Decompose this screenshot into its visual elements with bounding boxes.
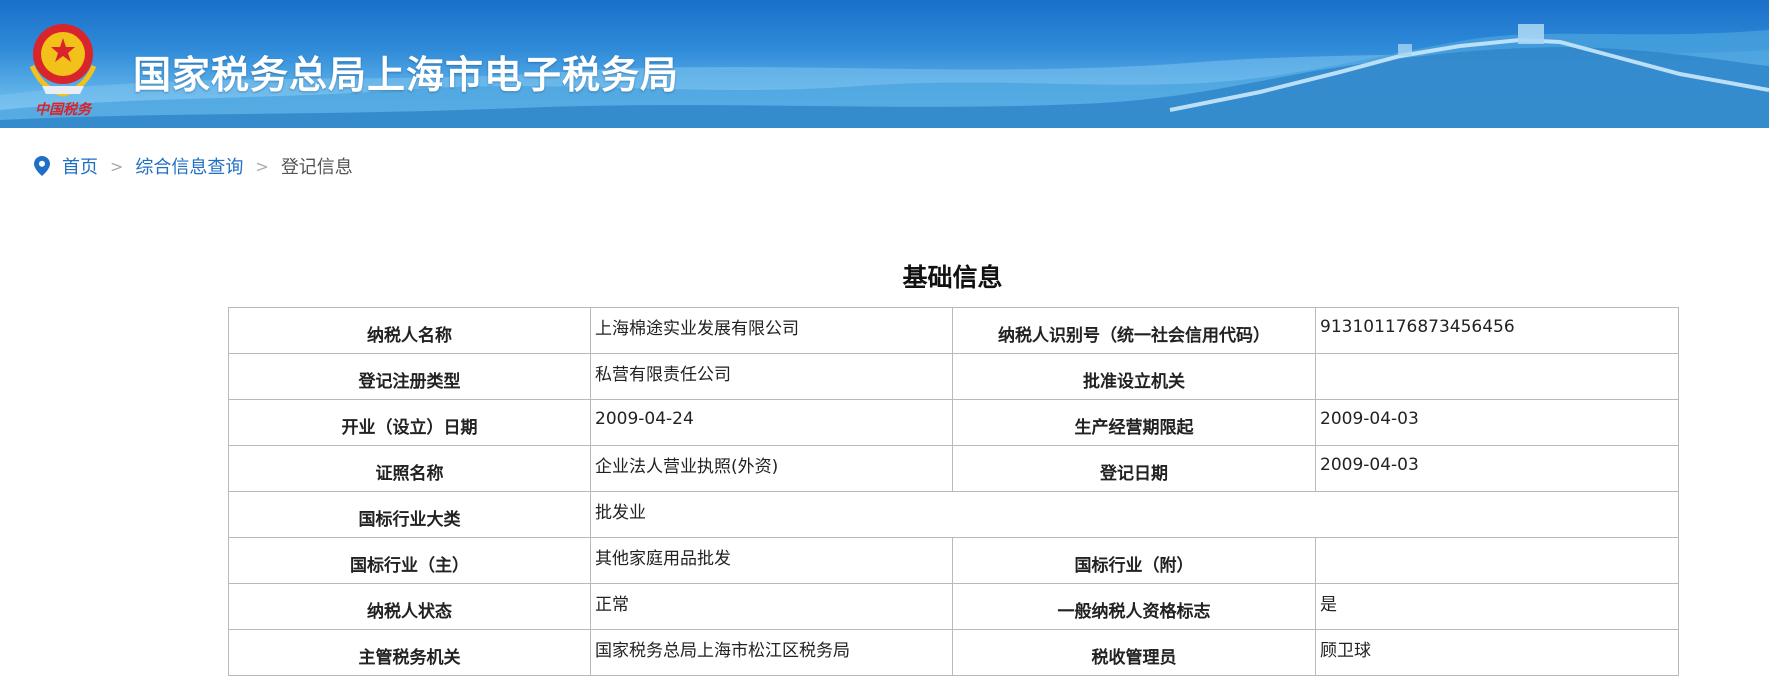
breadcrumb-separator: > — [255, 156, 269, 176]
table-row: 国标行业（主） 其他家庭用品批发 国标行业（附） — [228, 537, 1679, 584]
value-tax-authority: 国家税务总局上海市松江区税务局 — [590, 629, 953, 676]
label-tax-officer: 税收管理员 — [952, 629, 1316, 676]
label-industry-category: 国标行业大类 — [228, 491, 591, 538]
table-row: 证照名称 企业法人营业执照(外资) 登记日期 2009-04-03 — [228, 445, 1679, 492]
table-row: 登记注册类型 私营有限责任公司 批准设立机关 — [228, 353, 1679, 400]
value-tax-officer: 顾卫球 — [1315, 629, 1679, 676]
label-approval-authority: 批准设立机关 — [952, 353, 1316, 400]
value-industry-category: 批发业 — [590, 491, 1679, 538]
breadcrumb-home-link[interactable]: 首页 — [62, 153, 98, 179]
tax-emblem-icon: 中国税务 — [29, 24, 97, 118]
label-tax-authority: 主管税务机关 — [228, 629, 591, 676]
value-license-name: 企业法人营业执照(外资) — [590, 445, 953, 492]
value-taxpayer-name: 上海棉途实业发展有限公司 — [590, 307, 953, 354]
value-industry-secondary — [1315, 537, 1679, 584]
label-registration-type: 登记注册类型 — [228, 353, 591, 400]
location-pin-icon — [34, 156, 50, 176]
header-banner: 中国税务 国家税务总局上海市电子税务局 — [0, 0, 1769, 128]
table-row: 纳税人状态 正常 一般纳税人资格标志 是 — [228, 583, 1679, 630]
value-registration-date: 2009-04-03 — [1315, 445, 1679, 492]
value-taxpayer-id: 913101176873456456 — [1315, 307, 1679, 354]
label-general-taxpayer-flag: 一般纳税人资格标志 — [952, 583, 1316, 630]
label-taxpayer-status: 纳税人状态 — [228, 583, 591, 630]
label-industry-secondary: 国标行业（附） — [952, 537, 1316, 584]
label-operation-start: 生产经营期限起 — [952, 399, 1316, 446]
basic-info-table: 纳税人名称 上海棉途实业发展有限公司 纳税人识别号（统一社会信用代码） 9131… — [228, 307, 1679, 676]
table-row: 主管税务机关 国家税务总局上海市松江区税务局 税收管理员 顾卫球 — [228, 629, 1679, 676]
label-registration-date: 登记日期 — [952, 445, 1316, 492]
breadcrumb-current: 登记信息 — [280, 157, 353, 178]
breadcrumb-info-query-link[interactable]: 综合信息查询 — [135, 153, 243, 179]
value-taxpayer-status: 正常 — [590, 583, 953, 630]
section-title-text: 基础信息 — [902, 263, 1003, 292]
value-approval-authority — [1315, 353, 1679, 400]
table-row: 开业（设立）日期 2009-04-24 生产经营期限起 2009-04-03 — [228, 399, 1679, 446]
label-industry-main: 国标行业（主） — [228, 537, 591, 584]
section-title: 基础信息 — [0, 258, 1769, 294]
site-title: 国家税务总局上海市电子税务局 — [133, 53, 680, 97]
value-general-taxpayer-flag: 是 — [1315, 583, 1679, 630]
label-opening-date: 开业（设立）日期 — [228, 399, 591, 446]
value-operation-start: 2009-04-03 — [1315, 399, 1679, 446]
breadcrumb: 首页 > 综合信息查询 > 登记信息 — [34, 152, 353, 180]
label-license-name: 证照名称 — [228, 445, 591, 492]
value-registration-type: 私营有限责任公司 — [590, 353, 953, 400]
svg-text:中国税务: 中国税务 — [35, 101, 93, 118]
table-row: 纳税人名称 上海棉途实业发展有限公司 纳税人识别号（统一社会信用代码） 9131… — [228, 307, 1679, 354]
label-taxpayer-name: 纳税人名称 — [228, 307, 591, 354]
value-opening-date: 2009-04-24 — [590, 399, 953, 446]
value-industry-main: 其他家庭用品批发 — [590, 537, 953, 584]
label-taxpayer-id: 纳税人识别号（统一社会信用代码） — [952, 307, 1316, 354]
breadcrumb-separator: > — [110, 156, 124, 176]
table-row: 国标行业大类 批发业 — [228, 491, 1679, 538]
